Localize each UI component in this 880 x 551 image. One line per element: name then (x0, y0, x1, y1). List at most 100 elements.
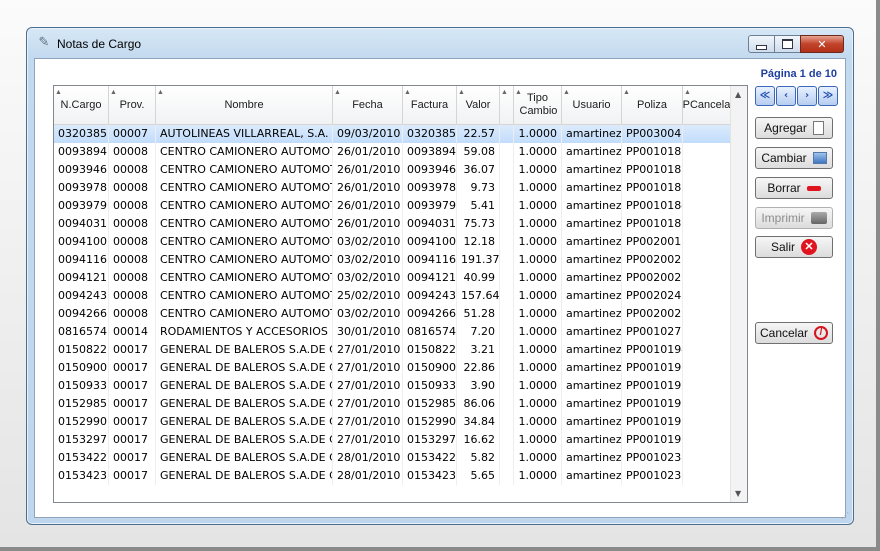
table-row[interactable]: 0153423 00017 GENERAL DE BALEROS S.A.DE C.… (54, 467, 731, 485)
scroll-down-icon[interactable]: ▼ (735, 489, 741, 498)
column-header-label: Usuario (572, 98, 611, 111)
sort-icon: ▲ (458, 89, 465, 96)
prev-page-button[interactable]: ‹ (776, 86, 796, 106)
cell-fecha: 27/01/2010 (333, 431, 403, 449)
table-row[interactable]: 009426600008CENTRO CAMIONERO AUTOMOTRIZ0… (54, 305, 731, 323)
close-button[interactable]: ✕ (800, 35, 844, 53)
cell-fecha: 26/01/2010 (333, 197, 403, 215)
vertical-scrollbar[interactable]: ▲ ▼ (730, 86, 747, 502)
cell-pcancela (683, 305, 731, 323)
column-header-poliza[interactable]: ▲ Poliza (622, 86, 683, 124)
table-row[interactable]: 009410000008CENTRO CAMIONERO AUTOMOTRIZ0… (54, 233, 731, 251)
borrar-button[interactable]: Borrar (755, 177, 833, 199)
cell-pcancela (683, 395, 731, 413)
cell-factura: 0094100 (403, 233, 457, 251)
table-row[interactable]: 0150900 00017 GENERAL DE BALEROS S.A.DE C.… (54, 359, 731, 377)
table-row[interactable]: 0152985 00017 GENERAL DE BALEROS S.A.DE C.… (54, 395, 731, 413)
cell-ncargo: 0152985 (54, 395, 109, 413)
cell-poliza: PP0030047 (622, 125, 683, 143)
table-row[interactable]: 009412100008CENTRO CAMIONERO AUTOMOTRIZ0… (54, 269, 731, 287)
table-row[interactable]: 0152990 00017 GENERAL DE BALEROS S.A.DE C.… (54, 413, 731, 431)
cell-prov: 00008 (109, 233, 156, 251)
table-row[interactable]: 0153422 00017 GENERAL DE BALEROS S.A.DE C.… (54, 449, 731, 467)
table-row[interactable]: 009411600008CENTRO CAMIONERO AUTOMOTRIZ0… (54, 251, 731, 269)
cell-pcancela (683, 269, 731, 287)
column-header-valor[interactable]: ▲ Valor (457, 86, 500, 124)
cell-prov: 00017 (109, 377, 156, 395)
column-header-pcancela[interactable]: ▲ PCancela (683, 86, 731, 124)
cell-prov: 00017 (109, 341, 156, 359)
resize-grip-icon[interactable]: ⋰ (841, 511, 849, 520)
last-page-button[interactable]: ≫ (818, 86, 838, 106)
edit-picture-icon (812, 152, 827, 164)
table-row[interactable]: 009403100008CENTRO CAMIONERO AUTOMOTRIZ2… (54, 215, 731, 233)
column-header-label: N.Cargo (60, 98, 102, 111)
column-header-ncargo[interactable]: ▲ N.Cargo (54, 86, 109, 124)
table-row[interactable]: 009397900008CENTRO CAMIONERO AUTOMOTRIZ2… (54, 197, 731, 215)
salir-button[interactable]: Salir ✕ (755, 236, 833, 258)
cell-fecha: 03/02/2010 (333, 269, 403, 287)
cell-valor: 3.90 (457, 377, 500, 395)
table-row[interactable]: 009397800008CENTRO CAMIONERO AUTOMOTRIZ2… (54, 179, 731, 197)
cell-ncargo: 0094031 (54, 215, 109, 233)
cell-pcancela (683, 377, 731, 395)
cell-valor: 22.57 (457, 125, 500, 143)
column-header-factura[interactable]: ▲ Factura (403, 86, 457, 124)
cell-blank (500, 323, 514, 341)
column-header-label: Fecha (352, 98, 383, 111)
cell-tipo-cambio: 1.0000 (514, 305, 562, 323)
column-header-prov[interactable]: ▲ Prov. (109, 86, 156, 124)
cell-poliza: PP0010193 (622, 431, 683, 449)
first-page-button[interactable]: ≪ (755, 86, 775, 106)
cell-prov: 00008 (109, 161, 156, 179)
column-header-tipo-cambio[interactable]: ▲ Tipo Cambio (514, 86, 562, 124)
table-row[interactable]: 0153297 00017 GENERAL DE BALEROS S.A.DE C.… (54, 431, 731, 449)
column-header-blank[interactable]: ▲ (500, 86, 514, 124)
agregar-button[interactable]: Agregar (755, 117, 833, 139)
cell-prov: 00008 (109, 269, 156, 287)
table-row[interactable]: 0150822 00017 GENERAL DE BALEROS S.A.DE C.… (54, 341, 731, 359)
cell-factura: 0153297 (403, 431, 457, 449)
table-row[interactable]: 009424300008CENTRO CAMIONERO AUTOMOTRIZ2… (54, 287, 731, 305)
table-row[interactable]: 009394600008CENTRO CAMIONERO AUTOMOTRIZ2… (54, 161, 731, 179)
cell-ncargo: 0153297 (54, 431, 109, 449)
cell-tipo-cambio: 1.0000 (514, 287, 562, 305)
imprimir-button[interactable]: Imprimir (755, 207, 833, 229)
sort-icon: ▲ (563, 89, 570, 96)
table-row[interactable]: 0150933 00017 GENERAL DE BALEROS S.A.DE C.… (54, 377, 731, 395)
maximize-button[interactable] (774, 35, 801, 53)
cancelar-button[interactable]: Cancelar / (755, 322, 833, 344)
cell-blank (500, 467, 514, 485)
cell-prov: 00007 (109, 125, 156, 143)
table-row[interactable]: 009389400008CENTRO CAMIONERO AUTOMOTRIZ2… (54, 143, 731, 161)
cell-valor: 12.18 (457, 233, 500, 251)
cell-usuario: amartinez (562, 449, 622, 467)
cell-fecha: 27/01/2010 (333, 413, 403, 431)
table-row[interactable]: 0320385 00007 AUTOLINEAS VILLARREAL, S.A. … (54, 125, 731, 143)
cell-fecha: 27/01/2010 (333, 395, 403, 413)
table-row[interactable]: 081657400014RODAMIENTOS Y ACCESORIOS S.A… (54, 323, 731, 341)
cell-prov: 00017 (109, 449, 156, 467)
cell-nombre: GENERAL DE BALEROS S.A.DE C.V. (156, 377, 333, 395)
column-header-nombre[interactable]: ▲ Nombre (156, 86, 333, 124)
cell-valor: 5.65 (457, 467, 500, 485)
column-header-usuario[interactable]: ▲ Usuario (562, 86, 622, 124)
cell-valor: 7.20 (457, 323, 500, 341)
cell-prov: 00008 (109, 143, 156, 161)
column-header-fecha[interactable]: ▲ Fecha (333, 86, 403, 124)
cell-valor: 5.41 (457, 197, 500, 215)
cell-ncargo: 0094266 (54, 305, 109, 323)
cancelar-label: Cancelar (759, 326, 809, 340)
scroll-up-icon[interactable]: ▲ (735, 90, 741, 99)
cell-blank (500, 179, 514, 197)
sort-icon: ▲ (623, 89, 630, 96)
cell-prov: 00017 (109, 413, 156, 431)
cell-factura: 0094266 (403, 305, 457, 323)
cambiar-button[interactable]: Cambiar (755, 147, 833, 169)
minimize-button[interactable] (748, 35, 775, 53)
title-bar[interactable]: ✎ Notas de Cargo ✕ (27, 28, 853, 58)
cell-fecha: 03/02/2010 (333, 305, 403, 323)
cell-blank (500, 395, 514, 413)
next-page-button[interactable]: › (797, 86, 817, 106)
notas-grid[interactable]: ▲ N.Cargo ▲ Prov. ▲ Nombre ▲ Fecha ▲ Factura ▲ Valo… (53, 85, 748, 503)
